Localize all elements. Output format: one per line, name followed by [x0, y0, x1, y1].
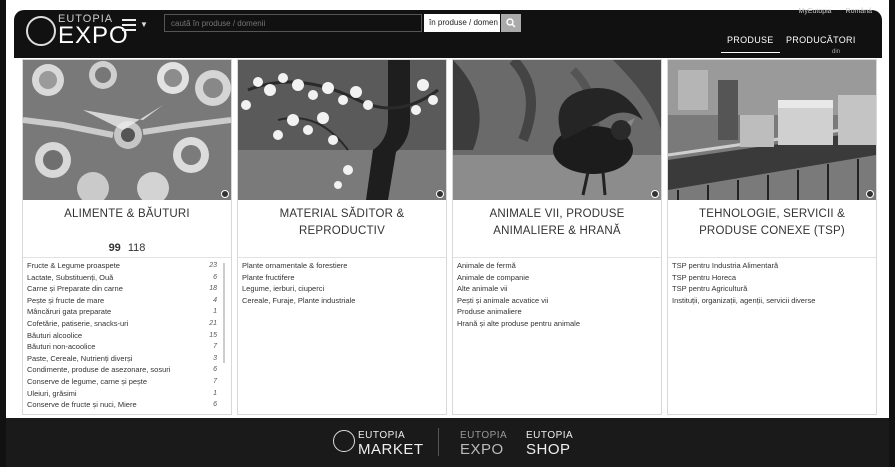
chevron-down-icon[interactable]: ▼ — [140, 20, 148, 29]
subcategory-item[interactable]: Instituții, organizații, agenții, servic… — [672, 295, 870, 307]
top-links: MyEutopia Română — [787, 8, 873, 15]
subcategory-item[interactable]: Paste, Cereale, Nutrienți diverși 3 — [27, 353, 225, 365]
category-card-animale: ANIMALE VII, PRODUSE ANIMALIERE & HRANĂ … — [452, 59, 662, 415]
nav-din-label: din — [832, 49, 841, 55]
category-title[interactable]: TEHNOLOGIE, SERVICII & PRODUSE CONEXE (T… — [676, 206, 868, 240]
frame-left — [0, 0, 6, 467]
subcategory-item[interactable]: Băuturi alcoolice 15 — [27, 330, 225, 342]
subcategory-item[interactable]: Uleiuri, grăsimi 1 — [27, 388, 225, 400]
eutopia-expo-logo[interactable]: EUTOPIA EXPO — [26, 13, 136, 53]
subcategory-item[interactable]: Lactate, Substituenți, Ouă 6 — [27, 272, 225, 284]
subcategory-list: TSP pentru Industria Alimentară TSP pent… — [672, 260, 870, 306]
subcategory-item[interactable]: Conserve de fructe și nuci, Miere 6 — [27, 399, 225, 411]
subcategory-item[interactable]: Cofetărie, patiserie, snacks-uri 21 — [27, 318, 225, 330]
subcategory-item[interactable]: Legume, ierburi, ciuperci — [242, 283, 440, 295]
category-image-plants[interactable] — [238, 60, 446, 200]
card-divider — [238, 257, 446, 258]
category-image-animals[interactable] — [453, 60, 661, 200]
subcategory-item[interactable]: Animale de companie — [457, 272, 655, 284]
footer-link-shop[interactable]: EUTOPIA SHOP — [526, 429, 573, 457]
search-input[interactable] — [164, 14, 422, 32]
subcategory-item[interactable]: Plante ornamentale & forestiere — [242, 260, 440, 272]
logo-emblem-icon — [26, 16, 56, 46]
category-counts: 99 118 — [23, 242, 231, 254]
footer-link-expo[interactable]: EUTOPIA EXPO — [460, 429, 507, 457]
footer-link-market[interactable]: EUTOPIA MARKET — [358, 429, 424, 457]
category-title[interactable]: ANIMALE VII, PRODUSE ANIMALIERE & HRANĂ — [461, 206, 653, 240]
category-card-alimente: ALIMENTE & BĂUTURI 99 118 Fructe & Legum… — [22, 59, 232, 415]
subcategory-item[interactable]: Carne și Preparate din carne 18 — [27, 283, 225, 295]
subcategory-item[interactable]: Pești și animale acvatice vii — [457, 295, 655, 307]
category-title[interactable]: ALIMENTE & BĂUTURI — [31, 206, 223, 223]
category-image-food[interactable] — [23, 60, 231, 200]
search-scope-select[interactable]: în produse / domen — [424, 14, 500, 32]
site-header: EUTOPIA EXPO ▼ în produse / domen MyEuto… — [14, 8, 882, 58]
list-scrollbar[interactable] — [223, 263, 225, 363]
subcategory-item[interactable]: Produse animaliere — [457, 306, 655, 318]
subcategory-item[interactable]: Plante fructifere — [242, 272, 440, 284]
tab-producatori[interactable]: PRODUCĂTORI — [786, 35, 856, 45]
frame-right — [889, 0, 895, 467]
subcategory-list: Fructe & Legume proaspete 23 Lactate, Sub… — [27, 260, 225, 411]
search-button[interactable] — [501, 14, 521, 32]
my-eutopia-link[interactable]: MyEutopia — [799, 8, 832, 15]
subcategory-list: Plante ornamentale & forestiere Plante f… — [242, 260, 440, 306]
image-info-icon — [866, 190, 874, 198]
site-footer: EUTOPIA MARKET EUTOPIA EXPO EUTOPIA SHOP — [6, 418, 889, 467]
footer-separator — [438, 428, 439, 456]
footer-logo-emblem-icon — [333, 430, 355, 452]
card-divider — [23, 257, 231, 258]
subcategory-item[interactable]: Conserve de legume, carne și pește 7 — [27, 376, 225, 388]
card-divider — [668, 257, 876, 258]
subcategory-item[interactable]: Hrană și alte produse pentru animale — [457, 318, 655, 330]
subcategory-item[interactable]: Pește și fructe de mare 4 — [27, 295, 225, 307]
category-image-technology[interactable] — [668, 60, 876, 200]
subcategory-item[interactable]: TSP pentru Horeca — [672, 272, 870, 284]
subcategory-list: Animale de fermă Animale de companie Alt… — [457, 260, 655, 330]
category-card-tehnologie: TEHNOLOGIE, SERVICII & PRODUSE CONEXE (T… — [667, 59, 877, 415]
subcategory-item[interactable]: Cereale, Furaje, Plante industriale — [242, 295, 440, 307]
subcategory-item[interactable]: TSP pentru Agricultură — [672, 283, 870, 295]
language-link[interactable]: Română — [846, 8, 872, 15]
image-info-icon — [221, 190, 229, 198]
count-primary: 99 — [108, 242, 121, 254]
subcategory-item[interactable]: Alte animale vii — [457, 283, 655, 295]
category-title[interactable]: MATERIAL SĂDITOR & REPRODUCTIV — [246, 206, 438, 240]
image-info-icon — [651, 190, 659, 198]
image-info-icon — [436, 190, 444, 198]
menu-icon[interactable] — [122, 19, 136, 31]
logo-main-text: EXPO — [58, 22, 129, 49]
subcategory-item[interactable]: Condimente, produse de asezonare, sosuri… — [27, 364, 225, 376]
subcategory-item[interactable]: TSP pentru Industria Alimentară — [672, 260, 870, 272]
subcategory-item[interactable]: Băuturi non-acoolice 7 — [27, 341, 225, 353]
count-secondary: 118 — [127, 242, 146, 254]
subcategory-item[interactable]: Mâncăruri gata preparate 1 — [27, 306, 225, 318]
card-divider — [453, 257, 661, 258]
category-card-material-saditor: MATERIAL SĂDITOR & REPRODUCTIV Plante or… — [237, 59, 447, 415]
tab-produse[interactable]: PRODUSE — [721, 35, 780, 53]
subcategory-item[interactable]: Fructe & Legume proaspete 23 — [27, 260, 225, 272]
subcategory-item[interactable]: Animale de fermă — [457, 260, 655, 272]
search-icon — [506, 18, 516, 28]
